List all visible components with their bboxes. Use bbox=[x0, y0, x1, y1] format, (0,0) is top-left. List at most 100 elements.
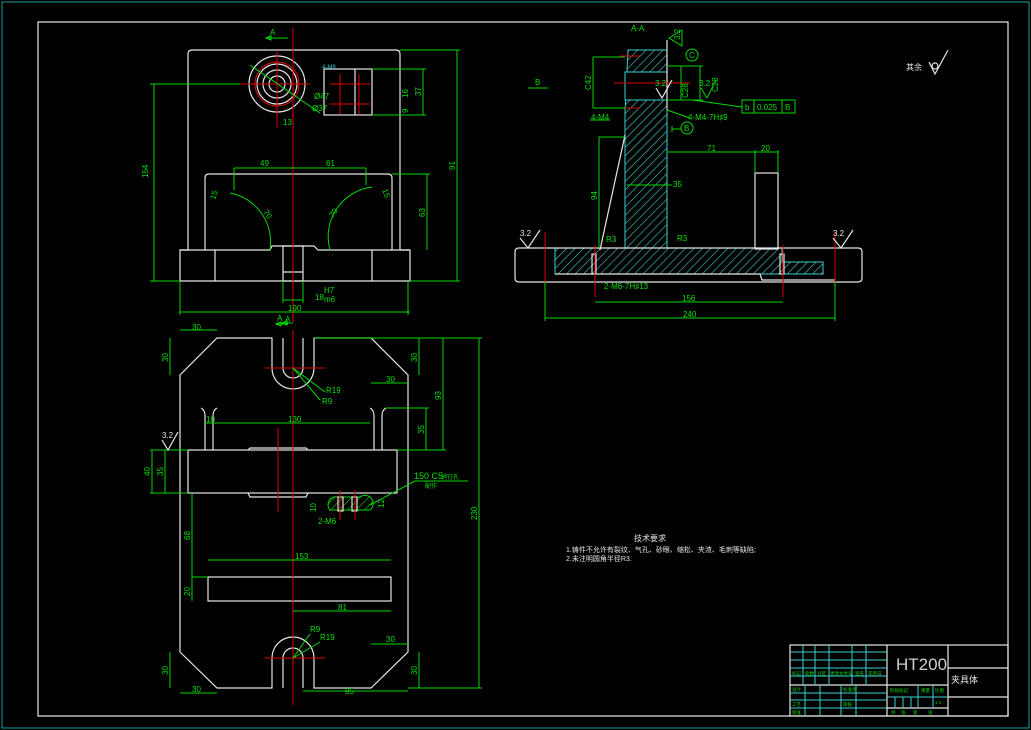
dim-10: 10 bbox=[206, 415, 215, 424]
tb-cell: 审核 bbox=[843, 701, 852, 708]
view-b-label: B bbox=[535, 78, 540, 87]
tb-cell: 工艺 bbox=[792, 702, 801, 707]
dim-68: 68 bbox=[183, 531, 192, 540]
dim-37: 37 bbox=[414, 87, 423, 96]
dim-15-left: 15 bbox=[208, 189, 220, 201]
dim-153: 153 bbox=[295, 552, 309, 561]
dim-r3-right: R3 bbox=[677, 234, 688, 243]
dim-40: 40 bbox=[143, 467, 152, 476]
dim-63: 63 bbox=[418, 208, 427, 217]
dim-30-tr-v: 30 bbox=[410, 353, 419, 362]
roughness-2: 3.2 bbox=[833, 229, 845, 238]
dim-35-a: 35 bbox=[417, 425, 426, 434]
dim-91: 91 bbox=[448, 161, 457, 170]
dim-phi47: Ø47 bbox=[314, 92, 330, 101]
dim-35-b: 35 bbox=[156, 467, 165, 476]
material: HT200 bbox=[896, 655, 947, 674]
tb-cell: 设计 bbox=[792, 686, 801, 693]
tolerance-frame: b 0.025 B bbox=[741, 99, 796, 114]
dim-30-bl-v: 30 bbox=[161, 666, 170, 675]
tb-cell: 更改文件号 bbox=[830, 670, 853, 677]
thread-2-m6-7h13: 2-M6-7H♯13 bbox=[604, 282, 649, 291]
thread-4-m4: 4-M4 bbox=[591, 113, 610, 122]
dim-10-b: 10 bbox=[309, 503, 318, 512]
tech-req-item-2: 2.未注明圆角半径R3. bbox=[566, 554, 632, 563]
title-block: 标记 处数 分区 更改文件号 签名 年月日 设计 标准化 审核 工艺 批准 阶段… bbox=[789, 644, 1009, 717]
dim-70-right: 70 bbox=[327, 206, 340, 219]
dim-61: 61 bbox=[326, 159, 335, 168]
dim-130: 130 bbox=[288, 415, 302, 424]
dim-154: 154 bbox=[141, 164, 150, 178]
fit-lower: m6 bbox=[324, 295, 336, 304]
dim-30-bl-h: 30 bbox=[192, 685, 201, 694]
dim-12: 12 bbox=[377, 499, 386, 508]
tb-cell: 张 bbox=[901, 709, 906, 716]
dim-c28: C28 bbox=[681, 83, 690, 98]
pin-note-sub2: 配作 bbox=[425, 482, 437, 490]
tb-cell: 张 bbox=[928, 709, 933, 716]
roughness-top: 3.2 bbox=[673, 28, 682, 40]
tb-cell: 处数 bbox=[805, 670, 814, 677]
tb-cell: 分区 bbox=[817, 670, 826, 677]
dim-20: 20 bbox=[183, 587, 192, 596]
tolerance-value: 0.025 bbox=[757, 103, 778, 112]
dim-15-right: 15 bbox=[380, 188, 392, 200]
roughness-value: 3.2 bbox=[162, 431, 174, 440]
tb-cell: 标记 bbox=[792, 670, 801, 677]
thread-4-m4-7h9: 4-M4-7H♯9 bbox=[688, 113, 728, 122]
dim-phi37: Ø37 bbox=[312, 104, 328, 113]
dim-156: 156 bbox=[682, 294, 696, 303]
tb-cell: 标准化 bbox=[843, 686, 857, 693]
fit-upper: H7 bbox=[324, 286, 335, 295]
tolerance-datum: B bbox=[785, 103, 790, 112]
section-mark-a-bottom: A bbox=[277, 314, 283, 323]
roughness-check-icon bbox=[928, 49, 949, 76]
section-title: A-A bbox=[631, 24, 645, 33]
tolerance-symbol: b bbox=[745, 103, 750, 112]
tech-req-title: 技术要求 bbox=[634, 533, 666, 543]
dim-81: 81 bbox=[338, 603, 347, 612]
front-view: 154 91 63 190 49 61 13 37 16 9 Ø47 Ø37 7… bbox=[141, 28, 460, 327]
dim-13: 13 bbox=[283, 118, 292, 127]
roughness-note-label: 其余 bbox=[906, 62, 922, 72]
tb-cell: 签名 bbox=[855, 670, 864, 677]
dim-94: 94 bbox=[590, 191, 599, 200]
tb-cell: 批准 bbox=[792, 709, 801, 716]
technical-requirements: 技术要求 1.铸件不允许有裂纹、气孔、砂眼、缩松、夹渣、毛刺等缺陷; 2.未注明… bbox=[566, 533, 756, 563]
top-view: 30 30 30 30 30 30 30 30 R19 R9 R9 R19 13… bbox=[143, 315, 482, 705]
dim-c42: C42 bbox=[584, 75, 593, 90]
tb-cell: 年月日 bbox=[868, 670, 882, 677]
dim-r3-left: R3 bbox=[606, 235, 617, 244]
dim-240: 240 bbox=[683, 310, 697, 319]
dim-30-br-v: 30 bbox=[410, 666, 419, 675]
datum-b: B bbox=[684, 124, 689, 133]
pin-note: 150 C5 bbox=[414, 471, 443, 481]
section-mark-a: A bbox=[285, 315, 291, 324]
sheet-border bbox=[1, 1, 1030, 729]
dim-95: 95 bbox=[345, 687, 354, 696]
dim-49: 49 bbox=[260, 159, 269, 168]
section-view: 94 35 71 20 156 240 C42 C28 C28 R3 R3 4-… bbox=[514, 24, 863, 321]
section-mark-a-top: A bbox=[270, 28, 276, 37]
tb-cell: 第 bbox=[913, 709, 918, 716]
tech-req-item-1: 1.铸件不允许有裂纹、气孔、砂眼、缩松、夹渣、毛刺等缺陷; bbox=[566, 545, 756, 554]
dim-230: 230 bbox=[470, 506, 479, 520]
pin-note-sub1: 销钉孔 bbox=[441, 473, 459, 481]
dim-r19-top: R19 bbox=[326, 386, 341, 395]
dim-30-tr-h: 30 bbox=[386, 375, 395, 384]
dim-35: 35 bbox=[673, 180, 682, 189]
dim-16: 16 bbox=[401, 89, 410, 98]
cad-drawing: 154 91 63 190 49 61 13 37 16 9 Ø47 Ø37 7… bbox=[1, 1, 1030, 729]
dim-70-left: 70 bbox=[261, 208, 274, 221]
roughness-3: 3.2 bbox=[655, 79, 667, 88]
thread-2-m6: 2-M6 bbox=[318, 517, 337, 526]
tb-cell: 阶段标记 bbox=[890, 687, 908, 694]
dim-190: 190 bbox=[288, 304, 302, 313]
dim-r9-top: R9 bbox=[322, 397, 333, 406]
drawing-frame bbox=[37, 21, 1009, 717]
roughness-1: 3.2 bbox=[520, 229, 532, 238]
roughness-4: 3.2 bbox=[699, 79, 711, 88]
datum-c: C bbox=[689, 51, 695, 60]
tb-cell: 1:1 bbox=[935, 700, 942, 705]
dim-20: 20 bbox=[761, 144, 770, 153]
